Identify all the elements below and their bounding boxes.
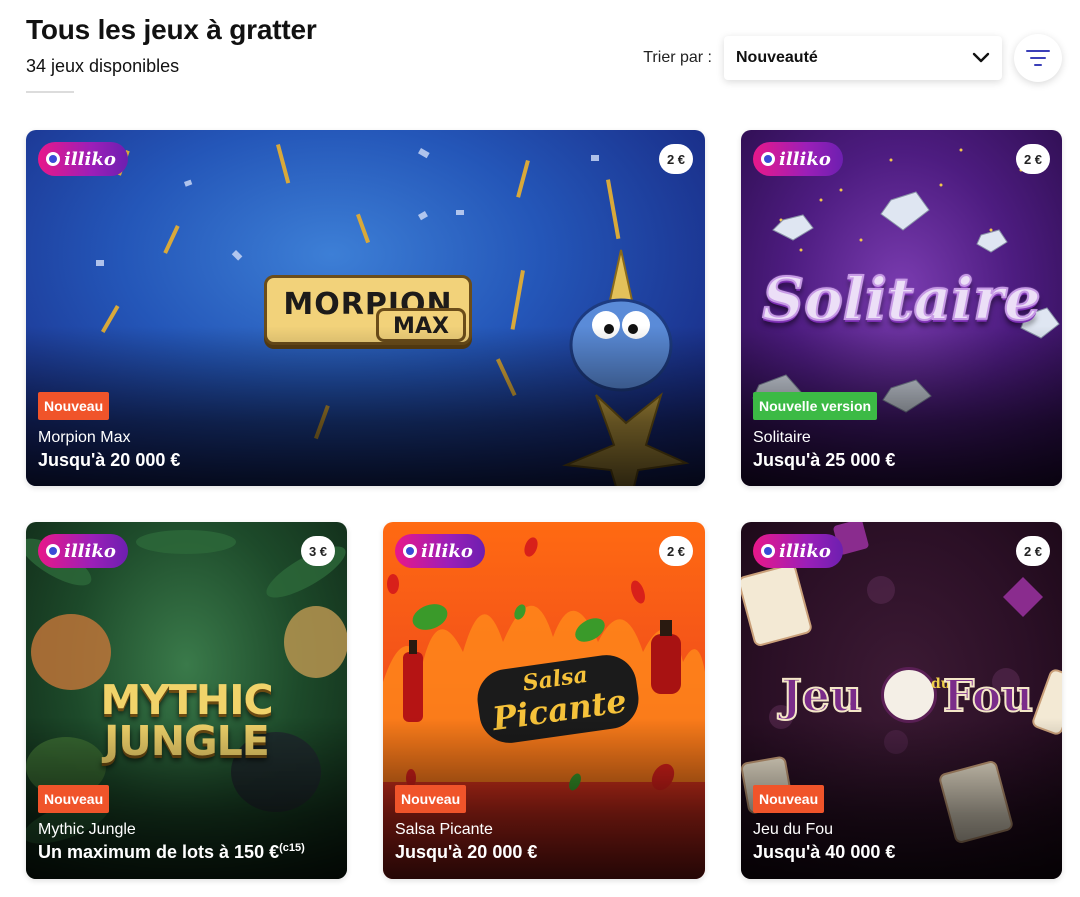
game-logo: Solitaire: [761, 265, 1042, 333]
game-name: Salsa Picante: [395, 821, 493, 838]
game-card-morpion-max[interactable]: MORPION MAX illiko 2 € Nouveau Morpion M…: [26, 130, 705, 486]
status-badge: Nouveau: [753, 785, 825, 813]
sort-area: Trier par : Nouveauté: [643, 34, 1062, 82]
illiko-brand-badge: illiko: [753, 534, 843, 568]
game-prize: Jusqu'à 25 000 €: [753, 450, 896, 470]
game-card-mythic-jungle[interactable]: MYTHIC JUNGLE illiko 3 € Nouveau Mythic …: [26, 522, 347, 879]
ball-icon: [761, 152, 775, 166]
page-title: Tous les jeux à gratter: [26, 14, 317, 45]
price-badge: 2 €: [659, 144, 693, 174]
price-badge: 2 €: [1016, 536, 1050, 566]
chevron-down-icon: [972, 52, 990, 63]
game-prize: Jusqu'à 20 000 €: [38, 450, 181, 470]
prize-footnote: (c15): [279, 842, 305, 854]
price-badge: 3 €: [301, 536, 335, 566]
game-name: Jeu du Fou: [753, 821, 834, 838]
game-name: Solitaire: [753, 429, 811, 446]
game-prize: Un maximum de lots à 150 €(c15): [38, 842, 305, 862]
status-badge: Nouvelle version: [753, 392, 878, 420]
game-prize: Jusqu'à 20 000 €: [395, 842, 538, 862]
ball-icon: [403, 544, 417, 558]
ball-icon: [46, 544, 60, 558]
game-card-jeu-du-fou[interactable]: Jeu du Fou illiko 2 € Nouveau Jeu du Fou…: [741, 522, 1062, 879]
illiko-brand-badge: illiko: [38, 142, 128, 176]
sort-select[interactable]: Nouveauté: [724, 36, 1002, 80]
ball-icon: [761, 544, 775, 558]
filter-icon: [1026, 50, 1050, 66]
game-name: Morpion Max: [38, 429, 131, 446]
illiko-brand-badge: illiko: [753, 142, 843, 176]
game-count: 34 jeux disponibles: [26, 56, 180, 76]
illiko-brand-badge: illiko: [395, 534, 485, 568]
game-card-solitaire[interactable]: Solitaire illiko 2 € Nouvelle version So…: [741, 130, 1062, 486]
page-header: Tous les jeux à gratter 34 jeux disponib…: [26, 14, 317, 93]
sort-label: Trier par :: [643, 49, 712, 66]
filter-button[interactable]: [1014, 34, 1062, 82]
status-badge: Nouveau: [395, 785, 467, 813]
title-underline: [26, 91, 74, 93]
price-badge: 2 €: [1016, 144, 1050, 174]
sort-value: Nouveauté: [736, 49, 818, 66]
jester-face-icon: [881, 667, 937, 723]
game-card-salsa-picante[interactable]: Salsa Picante illiko 2 € Nouveau Salsa P…: [383, 522, 705, 879]
ball-icon: [46, 152, 60, 166]
game-name: Mythic Jungle: [38, 821, 136, 838]
status-badge: Nouveau: [38, 392, 110, 420]
illiko-brand-badge: illiko: [38, 534, 128, 568]
status-badge: Nouveau: [38, 785, 110, 813]
price-badge: 2 €: [659, 536, 693, 566]
game-prize: Jusqu'à 40 000 €: [753, 842, 896, 862]
